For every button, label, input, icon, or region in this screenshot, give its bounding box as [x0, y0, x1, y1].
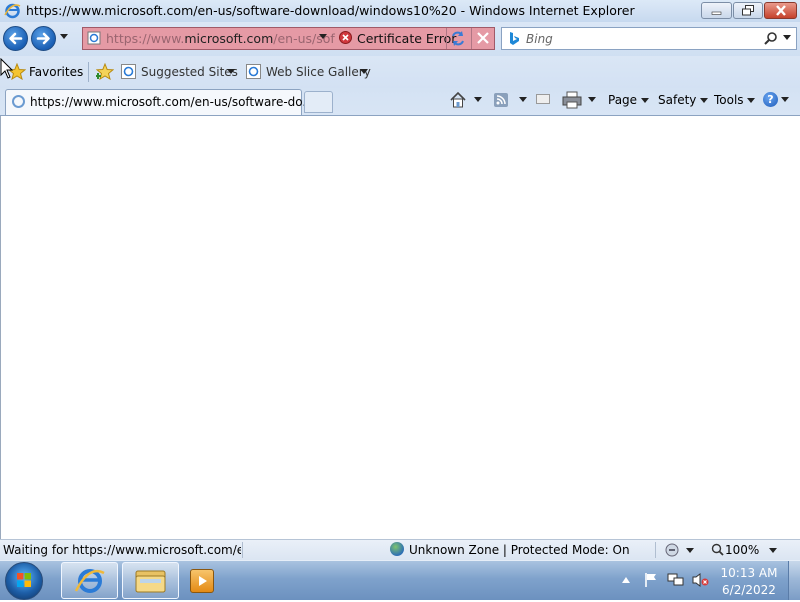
recent-pages-dropdown[interactable]: [60, 34, 68, 39]
zoom-dropdown[interactable]: [769, 548, 777, 553]
ie-page-icon: [246, 64, 261, 79]
tab-active[interactable]: https://www.microsoft.com/en-us/software…: [5, 89, 314, 115]
status-bar: Waiting for https://www.microsoft.com/en…: [0, 539, 800, 560]
action-center-flag-icon[interactable]: [643, 572, 659, 588]
chevron-down-icon: [700, 98, 709, 103]
separator: [242, 542, 243, 558]
ie-page-icon: [121, 64, 136, 79]
safety-menu[interactable]: Safety: [658, 93, 709, 107]
tab-title: https://www.microsoft.com/en-us/software…: [30, 95, 314, 109]
internet-explorer-icon: [4, 3, 21, 19]
page-menu[interactable]: Page: [608, 93, 649, 107]
back-button[interactable]: [3, 26, 28, 51]
media-play-icon: [199, 576, 207, 586]
feeds-dropdown[interactable]: [519, 97, 527, 102]
search-box[interactable]: Bing: [501, 27, 797, 50]
certificate-error-button[interactable]: Certificate Error: [335, 28, 456, 49]
stop-icon: [477, 32, 489, 44]
tools-menu-label: Tools: [714, 93, 744, 107]
feeds-icon[interactable]: [494, 93, 508, 107]
address-url[interactable]: https://www.microsoft.com/en-us/sof: [106, 31, 335, 46]
restore-icon: [742, 5, 754, 16]
suggested-sites-button[interactable]: Suggested Sites: [141, 65, 238, 79]
windows-logo-icon: [17, 573, 31, 587]
stop-button[interactable]: [471, 28, 496, 49]
zoom-level[interactable]: 100%: [725, 543, 759, 557]
separator: [88, 62, 89, 82]
home-icon[interactable]: [449, 91, 467, 109]
url-prefix: https://www.: [106, 31, 185, 46]
taskbar-windows-explorer[interactable]: [122, 562, 179, 599]
tab-bar: https://www.microsoft.com/en-us/software…: [0, 88, 800, 116]
taskbar-media-player[interactable]: [190, 569, 214, 593]
bing-icon: [510, 32, 519, 45]
internet-explorer-icon: [74, 569, 105, 593]
show-desktop-button[interactable]: [788, 561, 800, 600]
network-icon[interactable]: [667, 572, 685, 588]
new-tab-button[interactable]: [304, 91, 333, 113]
favorites-button[interactable]: Favorites: [29, 65, 83, 79]
window-title: https://www.microsoft.com/en-us/software…: [26, 3, 635, 18]
address-bar[interactable]: https://www.microsoft.com/en-us/sof Cert…: [82, 27, 495, 50]
separator: [655, 542, 656, 558]
chevron-down-icon: [747, 98, 756, 103]
back-arrow-icon: [9, 32, 23, 45]
forward-button[interactable]: [31, 26, 56, 51]
volume-muted-icon[interactable]: [692, 572, 710, 588]
favorites-bar: Favorites Suggested Sites Web Slice Gall…: [0, 56, 800, 88]
search-icon[interactable]: [764, 31, 778, 46]
refresh-icon: [452, 31, 464, 46]
address-dropdown[interactable]: [319, 34, 327, 39]
search-options-dropdown[interactable]: [783, 35, 791, 40]
folder-icon: [135, 570, 166, 593]
clock-time[interactable]: 10:13 AM: [713, 566, 785, 580]
security-zone-text[interactable]: Unknown Zone | Protected Mode: On: [409, 543, 630, 557]
web-slice-gallery-button[interactable]: Web Slice Gallery: [266, 65, 371, 79]
chevron-down-icon: [640, 98, 649, 103]
home-dropdown[interactable]: [474, 97, 482, 102]
read-mail-icon[interactable]: [536, 94, 550, 104]
show-hidden-icons-arrow[interactable]: [622, 577, 630, 583]
minimize-icon: [711, 11, 722, 15]
loading-icon: [12, 95, 25, 108]
close-button[interactable]: [764, 2, 797, 19]
mouse-cursor-icon: [0, 58, 14, 79]
certificate-error-label: Certificate Error: [357, 31, 457, 46]
refresh-button[interactable]: [446, 28, 471, 49]
search-placeholder: Bing: [526, 32, 553, 46]
start-button[interactable]: [5, 562, 43, 600]
print-icon[interactable]: [562, 91, 582, 109]
popup-blocker-icon[interactable]: [664, 542, 682, 558]
help-icon[interactable]: ?: [763, 92, 778, 107]
clock-date[interactable]: 6/2/2022: [713, 583, 785, 597]
help-dropdown[interactable]: [781, 97, 789, 102]
print-dropdown[interactable]: [588, 97, 596, 102]
zoom-icon[interactable]: [711, 543, 724, 557]
add-to-favorites-bar-icon[interactable]: [96, 63, 114, 80]
suggested-sites-dropdown[interactable]: [227, 69, 235, 74]
url-domain: microsoft.com: [184, 31, 274, 46]
forward-arrow-icon: [36, 32, 50, 45]
page-menu-label: Page: [608, 93, 638, 107]
restore-button[interactable]: [733, 2, 763, 19]
popup-dropdown[interactable]: [686, 548, 694, 553]
close-icon: [775, 5, 786, 16]
page-icon: [87, 31, 101, 45]
taskbar: 10:13 AM 6/2/2022: [0, 560, 800, 600]
title-bar: https://www.microsoft.com/en-us/software…: [0, 0, 800, 22]
certificate-error-icon: [339, 31, 352, 44]
safety-menu-label: Safety: [658, 93, 697, 107]
minimize-button[interactable]: [701, 2, 732, 19]
globe-icon: [390, 542, 404, 556]
web-slice-gallery-dropdown[interactable]: [360, 69, 368, 74]
status-text: Waiting for https://www.microsoft.com/en…: [3, 543, 241, 557]
taskbar-internet-explorer[interactable]: [61, 562, 118, 599]
tools-menu[interactable]: Tools: [714, 93, 756, 107]
page-content: [0, 116, 800, 539]
